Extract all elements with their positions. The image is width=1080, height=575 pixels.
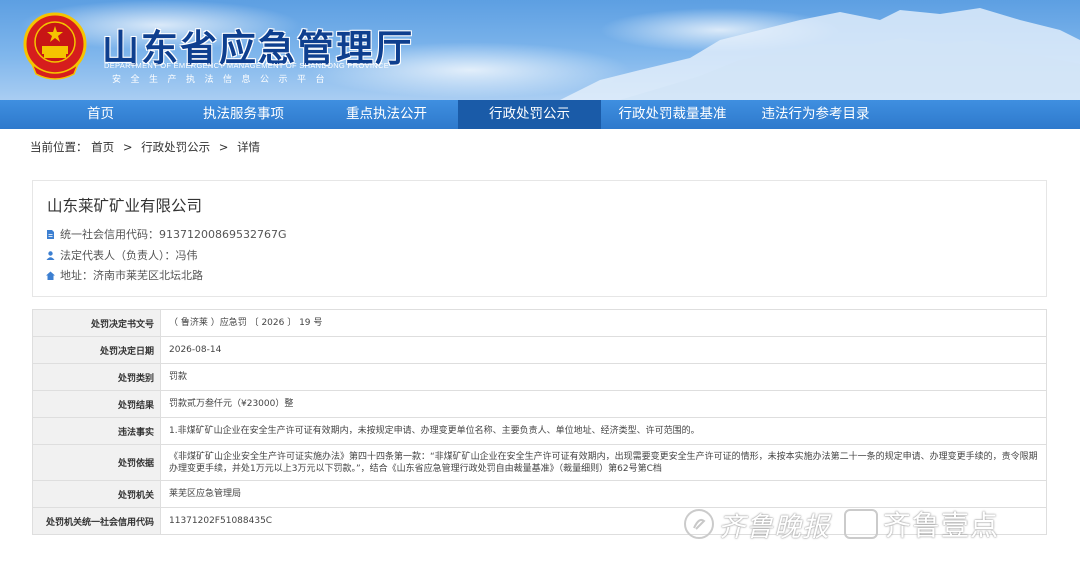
watermark-paper-name: 齐鲁晚报 <box>718 511 830 543</box>
legal-rep-row: 法定代表人（负责人）：冯伟 <box>46 247 198 263</box>
national-emblem-icon <box>23 12 87 80</box>
row-value: 罚款贰万叁仟元（¥23000）整 <box>160 390 1047 418</box>
breadcrumb-separator: > <box>122 140 133 154</box>
row-value: （ 鲁济莱 ）应急罚 〔 2026 〕 19 号 <box>160 309 1047 337</box>
home-icon <box>46 271 55 280</box>
credit-code-text: 统一社会信用代码：91371200869532767G <box>60 228 287 241</box>
address-row: 地址：济南市莱芜区北坛北路 <box>46 267 203 283</box>
breadcrumb: 当前位置： 首页 > 行政处罚公示 > 详情 <box>30 139 260 155</box>
row-key: 处罚类别 <box>32 363 161 391</box>
table-row: 处罚决定日期 2026-08-14 <box>32 336 1047 364</box>
legal-rep-text: 法定代表人（负责人）：冯伟 <box>60 249 198 262</box>
table-row: 处罚类别 罚款 <box>32 363 1047 391</box>
person-icon <box>46 250 55 260</box>
company-card: 山东莱矿矿业有限公司 统一社会信用代码：91371200869532767G 法… <box>32 180 1047 297</box>
row-key: 处罚决定书文号 <box>32 309 161 337</box>
site-title-en: DEPARTMENT OF EMERGENCY MANAGEMENT OF SH… <box>104 61 390 70</box>
row-value: 罚款 <box>160 363 1047 391</box>
document-icon <box>47 229 54 239</box>
breadcrumb-prefix: 当前位置： <box>30 140 88 154</box>
address-text: 地址：济南市莱芜区北坛北路 <box>60 269 203 282</box>
table-row: 处罚依据 《非煤矿矿山企业安全生产许可证实施办法》第四十四条第一款：“非煤矿矿山… <box>32 444 1047 481</box>
table-row: 违法事实 1.非煤矿矿山企业在安全生产许可证有效期内，未按规定申请、办理变更单位… <box>32 417 1047 445</box>
nav-item-services[interactable]: 执法服务事项 <box>172 100 315 129</box>
row-value: 1.非煤矿矿山企业在安全生产许可证有效期内，未按规定申请、办理变更单位名称、主要… <box>160 417 1047 445</box>
row-key: 处罚结果 <box>32 390 161 418</box>
row-key: 处罚依据 <box>32 444 161 481</box>
company-name: 山东莱矿矿业有限公司 <box>47 197 203 215</box>
row-key: 处罚决定日期 <box>32 336 161 364</box>
nav-item-key-enforcement[interactable]: 重点执法公开 <box>315 100 458 129</box>
nav-item-violation-catalog[interactable]: 违法行为参考目录 <box>744 100 887 129</box>
nav-item-penalty-standards[interactable]: 行政处罚裁量基准 <box>601 100 744 129</box>
row-value: 2026-08-14 <box>160 336 1047 364</box>
row-key: 违法事实 <box>32 417 161 445</box>
breadcrumb-home[interactable]: 首页 <box>91 140 114 154</box>
site-header: 山东省应急管理厅 DEPARTMENT OF EMERGENCY MANAGEM… <box>0 0 1080 100</box>
table-row: 处罚决定书文号 （ 鲁济莱 ）应急罚 〔 2026 〕 19 号 <box>32 309 1047 337</box>
nav-item-penalty-publicity[interactable]: 行政处罚公示 <box>458 100 601 129</box>
row-key: 处罚机关 <box>32 480 161 508</box>
breadcrumb-penalty[interactable]: 行政处罚公示 <box>141 140 210 154</box>
table-row: 处罚结果 罚款贰万叁仟元（¥23000）整 <box>32 390 1047 418</box>
watermark-brand-name: 齐鲁壹点 <box>883 509 1000 542</box>
watermark-badge-icon <box>844 509 878 539</box>
breadcrumb-current: 详情 <box>237 140 261 154</box>
watermark: 齐鲁晚报 齐鲁壹点 <box>684 502 999 546</box>
credit-code-row: 统一社会信用代码：91371200869532767G <box>46 226 287 242</box>
main-nav: 首页 执法服务事项 重点执法公开 行政处罚公示 行政处罚裁量基准 违法行为参考目… <box>0 100 1080 129</box>
watermark-logo-icon <box>684 509 714 539</box>
row-key: 处罚机关统一社会信用代码 <box>32 507 161 535</box>
site-subtitle: 安全生产执法信息公示平台 <box>112 75 335 85</box>
row-value: 《非煤矿矿山企业安全生产许可证实施办法》第四十四条第一款：“非煤矿矿山企业在安全… <box>160 444 1047 481</box>
nav-item-home[interactable]: 首页 <box>29 100 172 129</box>
breadcrumb-separator: > <box>218 140 229 154</box>
